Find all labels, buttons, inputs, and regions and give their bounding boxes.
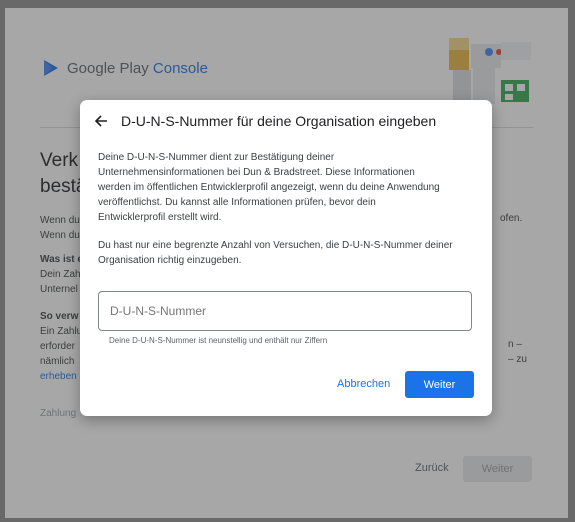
back-arrow-icon[interactable] <box>93 113 109 129</box>
cancel-button[interactable]: Abbrechen <box>337 378 390 390</box>
duns-dialog: D-U-N-S-Nummer für deine Organisation ei… <box>80 100 492 416</box>
next-button[interactable]: Weiter <box>405 371 474 398</box>
duns-hint: Deine D-U-N-S-Nummer ist neunstellig und… <box>109 336 328 345</box>
dialog-title: D-U-N-S-Nummer für deine Organisation ei… <box>121 113 437 129</box>
dialog-attempts-note: Du hast nur eine begrenzte Anzahl von Ve… <box>98 240 453 266</box>
duns-number-input[interactable] <box>98 291 472 331</box>
dialog-description: Deine D-U-N-S-Nummer dient zur Bestätigu… <box>98 152 440 223</box>
